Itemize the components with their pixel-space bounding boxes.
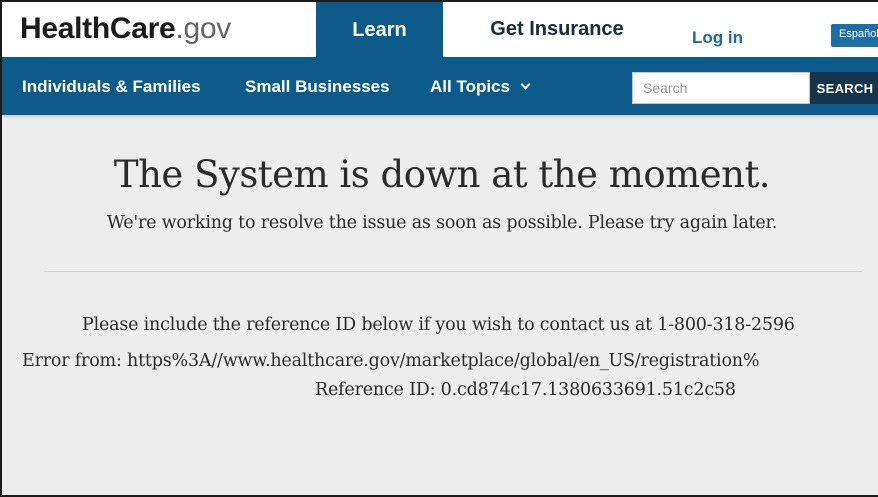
browser-frame: HealthCare.gov Learn Get Insurance Log i… (2, 2, 878, 495)
nav-item-all-topics[interactable]: All Topics (430, 77, 531, 97)
contact-instructions: Please include the reference ID below if… (82, 315, 795, 335)
nav-item-small-businesses[interactable]: Small Businesses (245, 77, 390, 97)
login-link[interactable]: Log in (692, 28, 743, 48)
healthcare-gov-logo[interactable]: HealthCare.gov (20, 14, 231, 44)
reference-id: Reference ID: 0.cd874c17.1380633691.51c2… (315, 380, 736, 400)
search-button[interactable]: SEARCH (810, 72, 878, 104)
nav-item-label: All Topics (430, 77, 510, 96)
logo-gov: .gov (175, 12, 231, 45)
chevron-down-icon (520, 79, 531, 90)
divider (44, 271, 862, 272)
language-espanol-button[interactable]: Español (831, 24, 878, 47)
logo-care: Care (109, 12, 176, 45)
page-title: The System is down at the moment. (113, 153, 771, 196)
search-input[interactable] (632, 72, 810, 104)
logo-health: Health (20, 12, 110, 45)
tab-learn[interactable]: Learn (316, 2, 443, 58)
status-message: We're working to resolve the issue as so… (106, 213, 778, 233)
nav-item-label: Small Businesses (245, 77, 390, 96)
nav-item-individuals-families[interactable]: Individuals & Families (22, 77, 201, 97)
main-nav: Individuals & Families Small Businesses … (2, 57, 878, 119)
tab-get-insurance[interactable]: Get Insurance (462, 2, 652, 57)
nav-item-label: Individuals & Families (22, 77, 201, 96)
error-source: Error from: https%3A//www.healthcare.gov… (22, 351, 760, 371)
top-header: HealthCare.gov Learn Get Insurance Log i… (2, 2, 878, 58)
error-content: The System is down at the moment. We're … (2, 115, 878, 495)
